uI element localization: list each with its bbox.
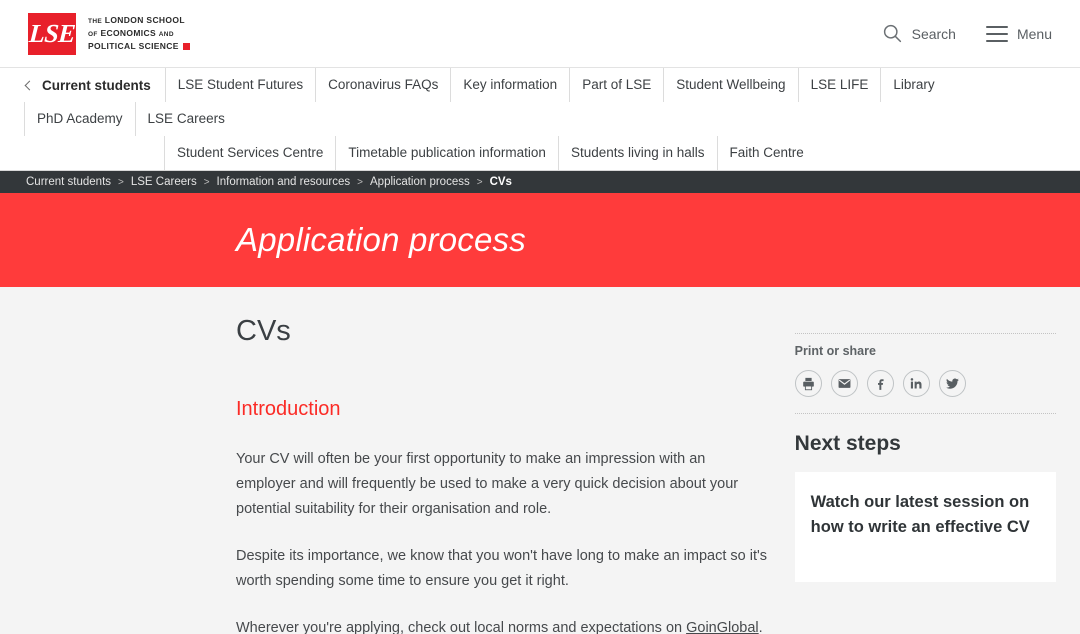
nav-item-timetable-publication-information[interactable]: Timetable publication information (335, 136, 558, 170)
linkedin-icon (910, 378, 922, 389)
hero-title: Application process (236, 221, 526, 258)
nav-item-phd-academy[interactable]: PhD Academy (24, 102, 135, 136)
breadcrumb-item-application-process[interactable]: Application process (370, 176, 470, 188)
nav-item-student-services-centre[interactable]: Student Services Centre (164, 136, 335, 170)
nav-item-key-information[interactable]: Key information (450, 68, 569, 102)
header-actions: Search Menu (882, 23, 1052, 44)
logo-line-2-main: ECONOMICS (100, 28, 157, 38)
breadcrumb-separator: > (476, 176, 483, 188)
chevron-left-icon (24, 80, 35, 90)
logo-line-1-the: THE (88, 18, 103, 25)
menu-button[interactable]: Menu (985, 25, 1052, 42)
nav-item-library[interactable]: Library (880, 68, 946, 102)
logo-line-1-main: LONDON SCHOOL (104, 15, 185, 25)
breadcrumb-item-cvs: CVs (489, 176, 512, 188)
promo-card[interactable]: Watch our latest session on how to write… (794, 472, 1056, 582)
breadcrumb: Current students > LSE Careers > Informa… (0, 171, 1080, 193)
logo-line-2-and: AND (158, 31, 174, 38)
breadcrumb-item-information-and-resources[interactable]: Information and resources (217, 176, 351, 188)
breadcrumb-separator: > (203, 176, 210, 188)
twitter-button[interactable] (938, 370, 966, 397)
main-content: CVs Introduction Your CV will often be y… (236, 287, 769, 634)
hamburger-icon (985, 25, 1008, 42)
nav-item-part-of-lse[interactable]: Part of LSE (569, 68, 663, 102)
promo-card-text: Watch our latest session on how to write… (810, 493, 1030, 536)
logo-line-3: POLITICAL SCIENCE (88, 41, 190, 52)
logo-line-2-of: OF (88, 31, 98, 38)
section-nav-row-2: Student Services Centre Timetable public… (24, 136, 1056, 170)
facebook-icon (877, 379, 884, 390)
nav-item-students-living-in-halls[interactable]: Students living in halls (557, 136, 717, 170)
linkedin-button[interactable] (902, 370, 930, 397)
facebook-button[interactable] (866, 370, 894, 397)
sidebar-divider-bottom (794, 413, 1056, 414)
twitter-icon (945, 378, 959, 389)
menu-label: Menu (1016, 25, 1052, 42)
section-heading-introduction: Introduction (236, 398, 341, 420)
logo-line-1: THE LONDON SCHOOL (88, 15, 190, 27)
search-icon (883, 24, 901, 43)
paragraph-2: Despite its importance, we know that you… (236, 548, 768, 589)
nav-item-lse-careers[interactable]: LSE Careers (134, 102, 237, 136)
page-body: CVs Introduction Your CV will often be y… (0, 287, 1080, 634)
sidebar-item-current-students[interactable]: Current students (24, 68, 165, 102)
breadcrumb-separator: > (118, 176, 124, 188)
nav-item-student-wellbeing[interactable]: Student Wellbeing (663, 68, 797, 102)
breadcrumb-separator: > (357, 176, 363, 188)
print-button[interactable] (794, 370, 822, 397)
nav-parent-label: Current students (42, 77, 151, 93)
sidebar: Print or share Next steps Watch our late… (794, 287, 1056, 634)
email-button[interactable] (830, 370, 858, 397)
logo-red-square-icon (182, 43, 190, 51)
paragraph-3-prefix: Wherever you're applying, check out loca… (236, 620, 687, 634)
hero-banner: Application process (0, 193, 1080, 287)
nav-item-faith-centre[interactable]: Faith Centre (716, 136, 816, 170)
site-header: LSE THE LONDON SCHOOL OF ECONOMICS AND P… (0, 0, 1080, 67)
section-nav: Current students LSE Student Futures Cor… (0, 67, 1080, 171)
lse-logo-wordmark: THE LONDON SCHOOL OF ECONOMICS AND POLIT… (88, 15, 190, 52)
next-steps-title: Next steps (794, 432, 901, 455)
lse-logo-mark: LSE (27, 12, 77, 55)
paragraph-3-suffix: . (758, 620, 763, 634)
email-icon (838, 379, 851, 388)
paragraph-1: Your CV will often be your first opportu… (236, 451, 739, 517)
logo-line-2: OF ECONOMICS AND (88, 28, 190, 40)
breadcrumb-item-current-students[interactable]: Current students (26, 176, 111, 188)
goinglobal-link[interactable]: GoinGlobal (686, 620, 759, 634)
search-label: Search (911, 25, 956, 42)
nav-item-lse-life[interactable]: LSE LIFE (797, 68, 881, 102)
print-icon (802, 377, 814, 391)
lse-logo[interactable]: LSE THE LONDON SCHOOL OF ECONOMICS AND P… (27, 12, 190, 55)
page-title: CVs (236, 315, 291, 347)
sidebar-divider-top (794, 333, 1056, 334)
section-nav-row-1: Current students LSE Student Futures Cor… (24, 68, 1056, 136)
nav-item-coronavirus-faqs[interactable]: Coronavirus FAQs (315, 68, 450, 102)
search-button[interactable]: Search (882, 23, 956, 44)
logo-line-3-main: POLITICAL SCIENCE (88, 41, 179, 51)
share-buttons (794, 370, 1056, 413)
breadcrumb-item-lse-careers[interactable]: LSE Careers (131, 176, 197, 188)
lse-logo-mark-text: LSE (27, 18, 77, 48)
print-or-share-label: Print or share (794, 344, 876, 358)
paragraph-3: Wherever you're applying, check out loca… (236, 616, 769, 634)
nav-item-lse-student-futures[interactable]: LSE Student Futures (164, 68, 315, 102)
